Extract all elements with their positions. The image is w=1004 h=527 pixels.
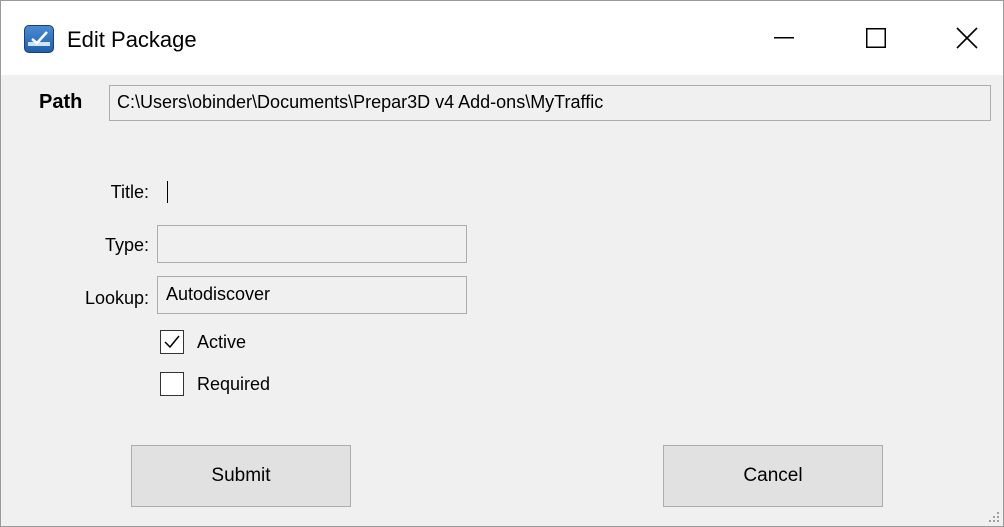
submit-button[interactable]: Submit [131,445,351,507]
close-icon [956,27,978,49]
required-checkbox-label: Required [197,374,271,394]
title-bar[interactable]: Edit Package [1,1,1003,75]
path-label: Path [39,91,83,113]
lookup-label: Lookup: [84,288,149,308]
edit-package-window: Edit Package Path C:\Users\obinder\Docum… [0,0,1004,527]
path-field: C:\Users\obinder\Documents\Prepar3D v4 A… [109,85,991,121]
maximize-icon [866,28,886,48]
title-label: Title: [110,182,149,202]
active-checkbox-label: Active [197,332,247,352]
maximize-button[interactable] [832,1,920,75]
type-label: Type: [104,235,149,255]
type-field [157,225,467,263]
app-window-icon [24,25,54,53]
minimize-icon [774,37,794,39]
checkmark-icon [164,335,180,349]
close-button[interactable] [923,1,1004,75]
resize-grip-icon[interactable] [987,510,1001,524]
window-title: Edit Package [67,27,197,52]
cancel-button[interactable]: Cancel [663,445,883,507]
lookup-field: Autodiscover [157,276,467,314]
text-caret [167,181,168,203]
required-checkbox[interactable] [160,372,184,396]
minimize-button[interactable] [740,1,828,75]
active-checkbox[interactable] [160,330,184,354]
